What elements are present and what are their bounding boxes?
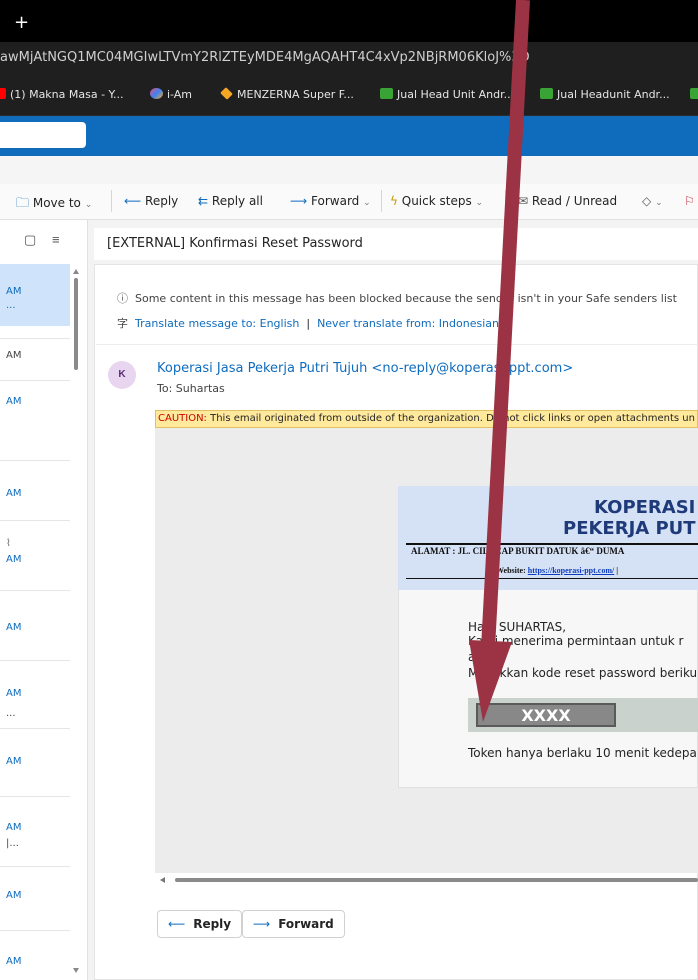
shop-icon — [690, 88, 698, 99]
list-scrollbar[interactable] — [71, 266, 81, 980]
recipient-line: To: Suhartas — [157, 382, 225, 395]
filter-icon[interactable]: ≡ — [52, 232, 60, 247]
bookmark-item[interactable]: i-Am — [150, 88, 192, 101]
toolbar-divider — [111, 190, 112, 212]
tag-button[interactable]: ◇ ⌄ — [642, 194, 663, 208]
letterhead-website: Website: https://koperasi-ppt.com/ | — [496, 566, 618, 575]
list-divider — [0, 866, 70, 867]
chevron-down-icon: ⌄ — [475, 198, 484, 208]
list-divider — [0, 930, 70, 931]
list-item-snippet: |... — [6, 838, 19, 849]
letterhead-title-line2: PEKERJA PUT — [563, 518, 696, 539]
move-to-button[interactable]: 🗀 Move to ⌄ — [16, 194, 92, 216]
forward-button[interactable]: ⟶ Forward ⌄ — [290, 194, 371, 208]
bookmark-item[interactable]: MENZERNA Super F... — [220, 87, 354, 101]
list-divider — [0, 380, 70, 381]
diamond-icon — [220, 87, 233, 100]
list-item-snippet: ... — [6, 708, 16, 719]
list-item-time: AM — [6, 286, 22, 297]
list-item-time: AM — [6, 350, 22, 361]
new-tab-button[interactable]: + — [14, 12, 29, 33]
bookmark-item[interactable] — [690, 88, 698, 101]
reply-all-icon: ⇇ — [198, 194, 209, 208]
list-item-time: AM — [6, 396, 22, 407]
reply-icon: ⟵ — [124, 194, 142, 208]
chevron-down-icon: ⌄ — [655, 198, 663, 208]
paperclip-icon: ⌇ — [6, 538, 11, 549]
outlook-header — [0, 116, 698, 156]
flag-icon: ⚐ — [684, 194, 695, 208]
quick-steps-button[interactable]: ϟ Quick steps ⌄ — [390, 194, 483, 208]
list-divider — [0, 590, 70, 591]
chevron-down-icon: ⌄ — [84, 200, 93, 210]
list-divider — [0, 660, 70, 661]
website-link[interactable]: https://koperasi-ppt.com/ — [528, 566, 614, 575]
flag-button[interactable]: ⚐ — [684, 194, 695, 208]
list-divider — [0, 520, 70, 521]
colorful-logo-icon — [150, 88, 163, 99]
sender-name[interactable]: Koperasi Jasa Pekerja Putri Tujuh <no-re… — [157, 361, 573, 376]
toolbar-divider — [505, 190, 506, 212]
token-expiry-note: Token hanya berlaku 10 menit kedepa — [468, 746, 697, 760]
envelope-open-icon: ✉ — [518, 194, 529, 208]
list-item-time: AM — [6, 554, 22, 565]
youtube-icon — [0, 88, 6, 99]
bookmark-item[interactable]: (1) Makna Masa - Y... — [0, 88, 124, 101]
never-translate-link[interactable]: Never translate from: Indonesian — [317, 317, 499, 330]
translate-bar: 字 Translate message to: English | Never … — [117, 317, 499, 330]
body-text: Kami menerima permintaan untuk r — [468, 634, 684, 648]
list-item-time: AM — [6, 756, 22, 767]
toolbar-divider — [381, 190, 382, 212]
letterhead-rule — [406, 578, 698, 579]
list-item-time: AM — [6, 688, 22, 699]
ribbon-tabs-row — [0, 156, 698, 184]
translate-link[interactable]: Translate message to: English — [135, 317, 299, 330]
list-item-time: AM — [6, 822, 22, 833]
tag-icon: ◇ — [642, 194, 652, 208]
letterhead-title-line1: KOPERASI — [594, 497, 696, 518]
body-horizontal-scrollbar[interactable] — [157, 875, 698, 885]
read-unread-button[interactable]: ✉ Read / Unread — [518, 194, 617, 208]
url-text[interactable]: awMjAtNGQ1MC04MGIwLTVmY2RlZTEyMDE4MgAQAH… — [0, 50, 530, 65]
forward-icon: ⟶ — [253, 917, 271, 931]
blocked-content-notice: ⓘ Some content in this message has been … — [117, 292, 677, 305]
lightning-icon: ϟ — [390, 194, 398, 208]
search-input[interactable] — [0, 122, 86, 148]
reset-code: XXXX — [476, 703, 616, 727]
list-divider — [0, 460, 70, 461]
greeting-text: Halo SUHARTAS, — [468, 620, 567, 634]
list-divider — [0, 728, 70, 729]
bookmark-item[interactable]: Jual Headunit Andr... — [540, 88, 670, 101]
list-item-time: AM — [6, 890, 22, 901]
list-item-time: AM — [6, 622, 22, 633]
list-divider — [0, 796, 70, 797]
letterhead-address: ALAMAT : JL. CILACAP BUKIT DATUK â€“ DUM… — [411, 546, 625, 556]
shop-icon — [540, 88, 553, 99]
reply-bottom-button[interactable]: ⟵ Reply — [157, 910, 243, 938]
shop-icon — [380, 88, 393, 99]
chevron-down-icon: ⌄ — [363, 198, 371, 208]
reply-button[interactable]: ⟵ Reply — [124, 194, 178, 208]
info-icon: ⓘ — [117, 292, 128, 305]
header-divider — [96, 344, 698, 345]
browser-tab-bar — [0, 0, 698, 42]
translate-icon: 字 — [117, 317, 128, 330]
list-divider — [0, 338, 70, 339]
list-item-time: AM — [6, 956, 22, 967]
list-item-time: AM — [6, 488, 22, 499]
forward-bottom-button[interactable]: ⟶ Forward — [242, 910, 345, 938]
forward-icon: ⟶ — [290, 194, 308, 208]
email-subject: [EXTERNAL] Konfirmasi Reset Password — [107, 236, 363, 251]
avatar[interactable]: K — [108, 361, 136, 389]
body-text: Masukkan kode reset password beriku — [468, 666, 698, 680]
select-checkbox-icon[interactable]: ▢ — [24, 232, 36, 248]
letterhead-rule — [406, 543, 698, 545]
body-text: a — [468, 650, 476, 664]
reply-icon: ⟵ — [168, 917, 186, 931]
folder-move-icon: 🗀 — [16, 196, 30, 211]
reply-all-button[interactable]: ⇇ Reply all — [198, 194, 263, 208]
external-caution-banner: CAUTION: This email originated from outs… — [155, 410, 698, 428]
list-item-snippet: ... — [6, 300, 16, 311]
bookmark-item[interactable]: Jual Head Unit Andr... — [380, 88, 514, 101]
